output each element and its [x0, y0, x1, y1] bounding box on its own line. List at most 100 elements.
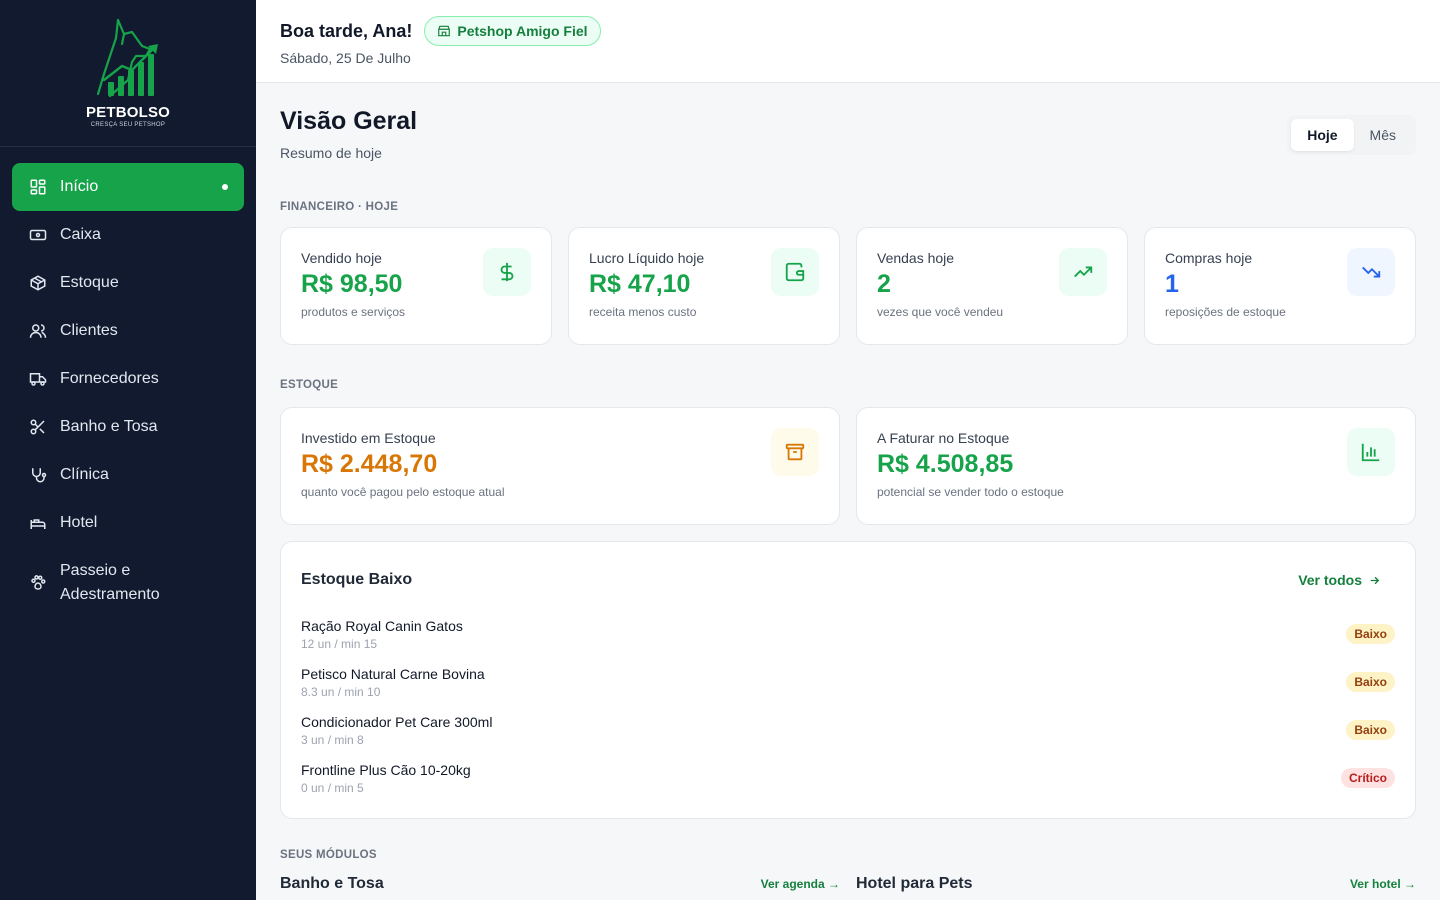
kpi-card-compras[interactable]: Compras hoje 1 reposições de estoque: [1144, 227, 1416, 345]
stock-card-faturar[interactable]: A Faturar no Estoque R$ 4.508,85 potenci…: [856, 407, 1416, 525]
sidebar-item-inicio[interactable]: Início: [12, 163, 244, 211]
sidebar-item-caixa[interactable]: Caixa: [12, 211, 244, 259]
status-badge: Crítico: [1340, 768, 1395, 788]
sidebar-item-label: Fornecedores: [60, 370, 159, 387]
scissors-icon: [28, 417, 48, 437]
kpi-value: R$ 4.508,85: [877, 450, 1014, 478]
status-badge: Baixo: [1346, 720, 1395, 740]
kpi-label: Investido em Estoque: [301, 430, 436, 446]
module-title: Banho e Tosa: [280, 875, 384, 892]
financial-section-label: FINANCEIRO · HOJE: [280, 201, 399, 213]
status-badge: Baixo: [1346, 624, 1395, 644]
brand-name: PETBOLSO: [85, 104, 171, 121]
shop-badge[interactable]: Petshop Amigo Fiel: [424, 16, 601, 46]
dollar-icon: [483, 248, 531, 296]
sidebar-item-label: Clínica: [60, 466, 109, 483]
sidebar-item-label: Estoque: [60, 274, 119, 291]
status-badge: Baixo: [1346, 672, 1395, 692]
period-today-button[interactable]: Hoje: [1291, 119, 1354, 151]
active-indicator-dot: [222, 184, 228, 190]
sidebar-item-label: Clientes: [60, 322, 118, 339]
greeting: Boa tarde, Ana!: [280, 20, 413, 41]
product-name: Condicionador Pet Care 300ml: [301, 713, 493, 730]
sidebar-item-label: Passeio e Adestramento: [60, 562, 160, 603]
financial-cards: Vendido hoje R$ 98,50 produtos e serviço…: [280, 227, 1416, 345]
sidebar-item-label: Caixa: [60, 226, 101, 243]
cash-icon: [28, 225, 48, 245]
module-hotel: Hotel para Pets Ver hotel →: [856, 875, 1416, 893]
see-all-link[interactable]: Ver todos: [1298, 572, 1381, 588]
module-link[interactable]: Ver agenda →: [761, 877, 840, 891]
brand-tagline: CRESÇA SEU PETSHOP: [90, 122, 166, 128]
main-content: Visão Geral Resumo de hoje Hoje Mês FINA…: [280, 83, 1416, 893]
sidebar: PETBOLSO CRESÇA SEU PETSHOP Início Caixa…: [0, 0, 256, 900]
kpi-note: produtos e serviços: [301, 305, 406, 319]
modules-section: SEUS MÓDULOS Banho e Tosa Ver agenda → H…: [280, 849, 1416, 893]
sidebar-nav: Início Caixa Estoque Clientes Fornecedor…: [0, 147, 256, 619]
kpi-card-lucro[interactable]: Lucro Líquido hoje R$ 47,10 receita meno…: [568, 227, 840, 345]
arrow-right-icon: [1370, 576, 1380, 584]
bed-icon: [28, 513, 48, 533]
kpi-card-vendas[interactable]: Vendas hoje 2 vezes que você vendeu: [856, 227, 1128, 345]
kpi-label: A Faturar no Estoque: [877, 430, 1010, 446]
top-header: Boa tarde, Ana! Petshop Amigo Fiel Sábad…: [256, 0, 1440, 83]
kpi-note: reposições de estoque: [1165, 305, 1286, 319]
paw-icon: [28, 573, 48, 593]
product-qty: 3 un / min 8: [301, 732, 364, 747]
trending-down-icon: [1347, 248, 1395, 296]
product-name: Ração Royal Canin Gatos: [301, 617, 463, 634]
list-item[interactable]: Condicionador Pet Care 300ml 3 un / min …: [301, 706, 1395, 754]
trending-up-icon: [1059, 248, 1107, 296]
dashboard-icon: [28, 177, 48, 197]
module-title: Hotel para Pets: [856, 875, 973, 892]
period-month-button[interactable]: Mês: [1354, 119, 1412, 151]
stock-section-label: ESTOQUE: [280, 379, 339, 391]
current-date: Sábado, 25 De Julho: [280, 50, 411, 66]
page-title: Visão Geral: [280, 107, 418, 135]
shop-name: Petshop Amigo Fiel: [457, 23, 588, 39]
box-icon: [28, 273, 48, 293]
sidebar-item-label: Início: [60, 178, 99, 195]
module-link[interactable]: Ver hotel →: [1350, 877, 1416, 891]
sidebar-item-banho-e-tosa[interactable]: Banho e Tosa: [12, 403, 244, 451]
wallet-icon: [771, 248, 819, 296]
kpi-value: R$ 2.448,70: [301, 450, 438, 478]
modules-section-label: SEUS MÓDULOS: [280, 849, 377, 861]
sidebar-item-passeio-e-adestramento[interactable]: Passeio e Adestramento: [12, 547, 244, 619]
truck-icon: [28, 369, 48, 389]
list-item[interactable]: Ração Royal Canin Gatos 12 un / min 15 B…: [301, 610, 1395, 658]
low-stock-list: Ração Royal Canin Gatos 12 un / min 15 B…: [301, 610, 1395, 802]
kpi-note: vezes que você vendeu: [877, 305, 1004, 319]
sidebar-item-fornecedores[interactable]: Fornecedores: [12, 355, 244, 403]
page-subtitle: Resumo de hoje: [280, 145, 382, 161]
product-qty: 12 un / min 15: [301, 636, 378, 651]
users-icon: [28, 321, 48, 341]
product-qty: 0 un / min 5: [301, 780, 364, 795]
period-toggle: Hoje Mês: [1287, 115, 1416, 155]
list-item[interactable]: Petisco Natural Carne Bovina 8.3 un / mi…: [301, 658, 1395, 706]
bar-chart-icon: [1347, 428, 1395, 476]
archive-icon: [771, 428, 819, 476]
low-stock-title: Estoque Baixo: [301, 571, 413, 588]
product-qty: 8.3 un / min 10: [301, 684, 381, 699]
product-name: Frontline Plus Cão 10-20kg: [301, 761, 471, 778]
sidebar-item-estoque[interactable]: Estoque: [12, 259, 244, 307]
module-banho-e-tosa: Banho e Tosa Ver agenda →: [280, 875, 840, 893]
kpi-card-vendido[interactable]: Vendido hoje R$ 98,50 produtos e serviço…: [280, 227, 552, 345]
store-icon: [438, 25, 451, 37]
stethoscope-icon: [28, 465, 48, 485]
low-stock-panel: Estoque Baixo Ver todos Ração Royal Cani…: [280, 541, 1416, 819]
brand-logo[interactable]: PETBOLSO CRESÇA SEU PETSHOP: [0, 0, 256, 147]
kpi-note: quanto você pagou pelo estoque atual: [301, 485, 505, 499]
sidebar-item-label: Hotel: [60, 514, 98, 531]
sidebar-item-hotel[interactable]: Hotel: [12, 499, 244, 547]
stock-cards: Investido em Estoque R$ 2.448,70 quanto …: [280, 407, 1416, 525]
kpi-note: potencial se vender todo o estoque: [877, 485, 1064, 499]
kpi-note: receita menos custo: [589, 305, 697, 319]
stock-card-investido[interactable]: Investido em Estoque R$ 2.448,70 quanto …: [280, 407, 840, 525]
list-item[interactable]: Frontline Plus Cão 10-20kg 0 un / min 5 …: [301, 754, 1395, 802]
sidebar-item-clientes[interactable]: Clientes: [12, 307, 244, 355]
sidebar-item-clinica[interactable]: Clínica: [12, 451, 244, 499]
see-all-label: Ver todos: [1298, 572, 1362, 588]
sidebar-item-label: Banho e Tosa: [60, 418, 158, 435]
